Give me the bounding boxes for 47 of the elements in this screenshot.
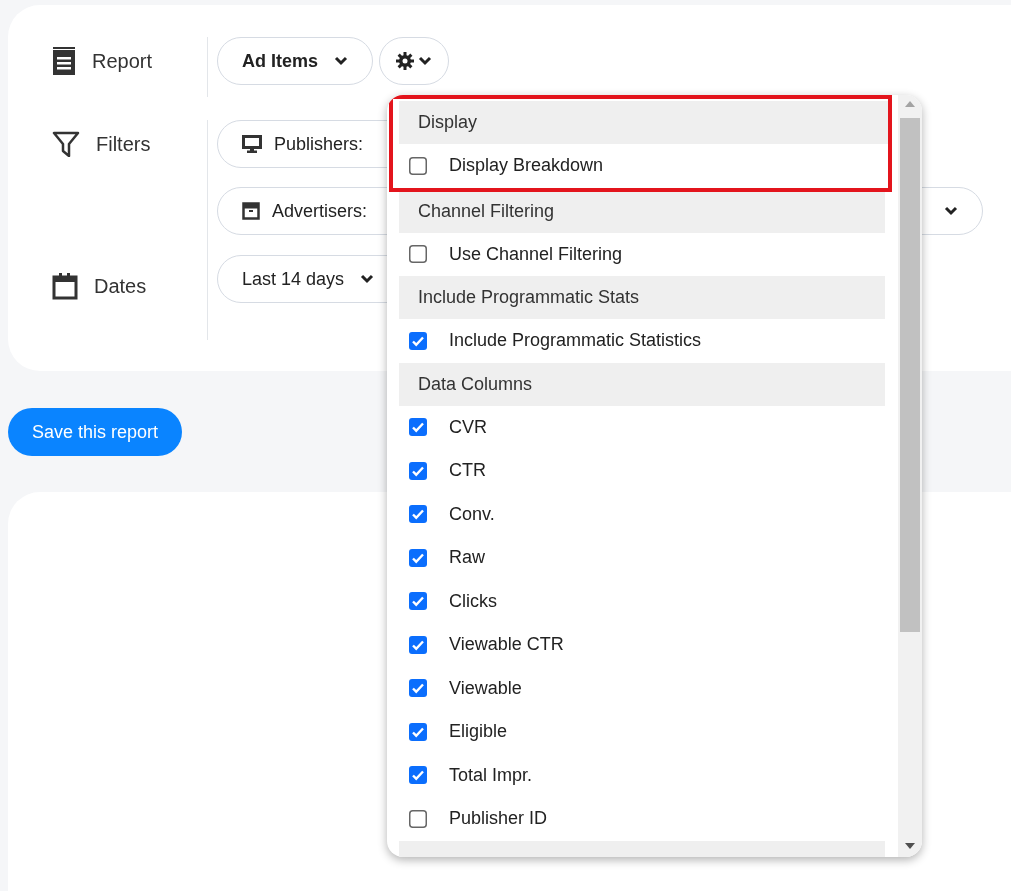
filter-icon: [52, 131, 80, 157]
section-label: Dates: [94, 274, 147, 299]
gear-icon: [396, 52, 415, 70]
checkbox[interactable]: [409, 245, 427, 264]
option-label: CTR: [449, 459, 486, 483]
section-header: Include Programmatic Stats: [399, 276, 885, 319]
scrollbar[interactable]: [898, 95, 922, 857]
section-header: Data Columns: [399, 362, 885, 406]
checkbox[interactable]: [409, 331, 427, 350]
option-label: Viewable CTR: [449, 633, 564, 657]
checkbox[interactable]: [409, 156, 427, 175]
checkbox[interactable]: [409, 722, 427, 741]
section-label: Report: [92, 49, 153, 74]
checkbox[interactable]: [409, 809, 427, 828]
checkbox[interactable]: [409, 418, 427, 437]
chevron-down-icon: [360, 274, 375, 284]
monitor-icon: [242, 135, 262, 153]
section-header: Display: [399, 101, 888, 144]
option-label: Publisher ID: [449, 807, 548, 831]
section-header: Channel Filtering: [399, 189, 885, 233]
option-label: Clicks: [449, 589, 497, 613]
option-label: Total Impr.: [449, 763, 533, 787]
scrollbar-thumb[interactable]: [900, 118, 920, 632]
option-label: Conv.: [449, 502, 495, 526]
option-label: Raw: [449, 546, 485, 570]
checkbox[interactable]: [409, 679, 427, 698]
document-icon: [52, 47, 76, 75]
checkbox[interactable]: [409, 592, 427, 611]
checkbox[interactable]: [409, 505, 427, 524]
archive-box-icon: [242, 202, 260, 220]
chevron-down-icon: [334, 56, 349, 66]
option-label: Display Breakdown: [449, 154, 604, 178]
calendar-icon: [52, 272, 78, 300]
option-label: Eligible: [449, 720, 508, 744]
option-label: Include Programmatic Statistics: [449, 329, 702, 353]
report-type-dropdown[interactable]: Ad Items: [217, 37, 374, 85]
option-label: Viewable: [449, 676, 522, 700]
checkbox[interactable]: [409, 766, 427, 785]
chevron-down-icon: [418, 56, 433, 66]
section-label: Filters: [96, 132, 151, 157]
chevron-down-icon: [944, 206, 958, 216]
checkbox[interactable]: [409, 461, 427, 480]
checkbox[interactable]: [409, 635, 427, 654]
scroll-down-icon[interactable]: [905, 843, 915, 849]
option-label: CVR: [449, 415, 487, 439]
checkbox[interactable]: [409, 548, 427, 567]
save-report-button[interactable]: Save this report: [8, 408, 183, 456]
